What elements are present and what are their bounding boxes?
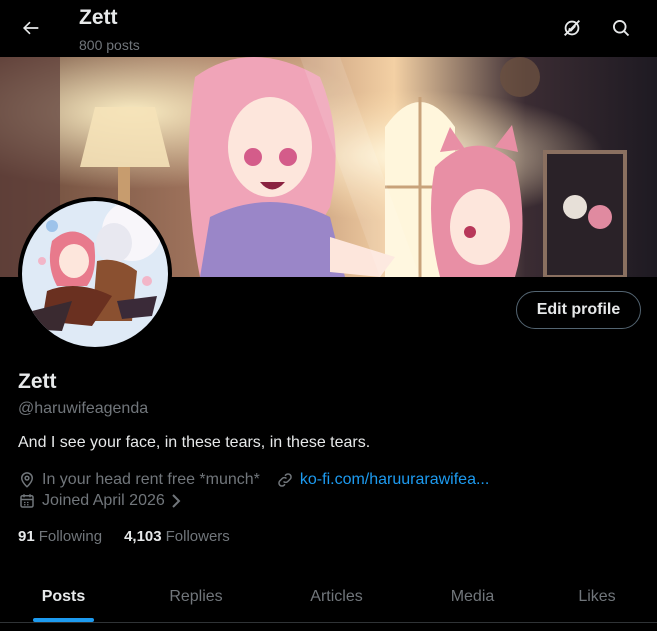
- following-label: Following: [38, 528, 103, 545]
- link-icon: [278, 473, 292, 487]
- bio: And I see your face, in these tears, in …: [18, 434, 371, 451]
- follow-stats: 91 Following 4,103 Followers: [18, 528, 252, 545]
- following-link[interactable]: 91 Following: [18, 528, 102, 545]
- joined-row[interactable]: Joined April 2026: [18, 490, 189, 512]
- display-name: Zett: [18, 370, 57, 393]
- profile-header: Zett 800 posts: [0, 0, 657, 57]
- following-count: 91: [18, 528, 35, 545]
- location-text: In your head rent free *munch*: [42, 471, 260, 488]
- search-icon: [613, 20, 630, 37]
- premium-disabled-icon: [564, 20, 580, 36]
- search-button[interactable]: [603, 10, 639, 46]
- tab-replies[interactable]: Replies: [127, 570, 265, 623]
- tab-likes[interactable]: Likes: [537, 570, 657, 623]
- tab-articles[interactable]: Articles: [265, 570, 408, 623]
- header-title: Zett: [79, 6, 118, 29]
- joined-text: Joined April 2026: [42, 492, 165, 509]
- website-link[interactable]: ko-fi.com/haruurarawifea...: [300, 471, 489, 489]
- calendar-icon: [20, 494, 34, 508]
- followers-link[interactable]: 4,103 Followers: [124, 528, 230, 545]
- avatar[interactable]: [18, 197, 172, 351]
- location-pin-icon: [20, 472, 34, 488]
- tab-media[interactable]: Media: [408, 570, 537, 623]
- premium-button[interactable]: [554, 10, 590, 46]
- edit-profile-button[interactable]: Edit profile: [516, 291, 641, 329]
- location: In your head rent free *munch*: [18, 471, 260, 489]
- profile-tabs: Posts Replies Articles Media Likes: [0, 570, 657, 623]
- chevron-right-icon: [172, 494, 181, 508]
- avatar-image: [22, 201, 168, 347]
- website: ko-fi.com/haruurarawifea...: [276, 471, 489, 489]
- tab-posts[interactable]: Posts: [0, 570, 127, 623]
- arrow-left-icon: [23, 21, 39, 35]
- post-count: 800 posts: [79, 37, 140, 53]
- back-button[interactable]: [12, 10, 48, 46]
- followers-label: Followers: [165, 528, 230, 545]
- followers-count: 4,103: [124, 528, 162, 545]
- user-handle: @haruwifeagenda: [18, 400, 149, 417]
- joined-date[interactable]: Joined April 2026: [18, 492, 189, 510]
- profile-meta-row: In your head rent free *munch* ko-fi.com…: [18, 469, 489, 491]
- tabs-divider: [0, 622, 657, 623]
